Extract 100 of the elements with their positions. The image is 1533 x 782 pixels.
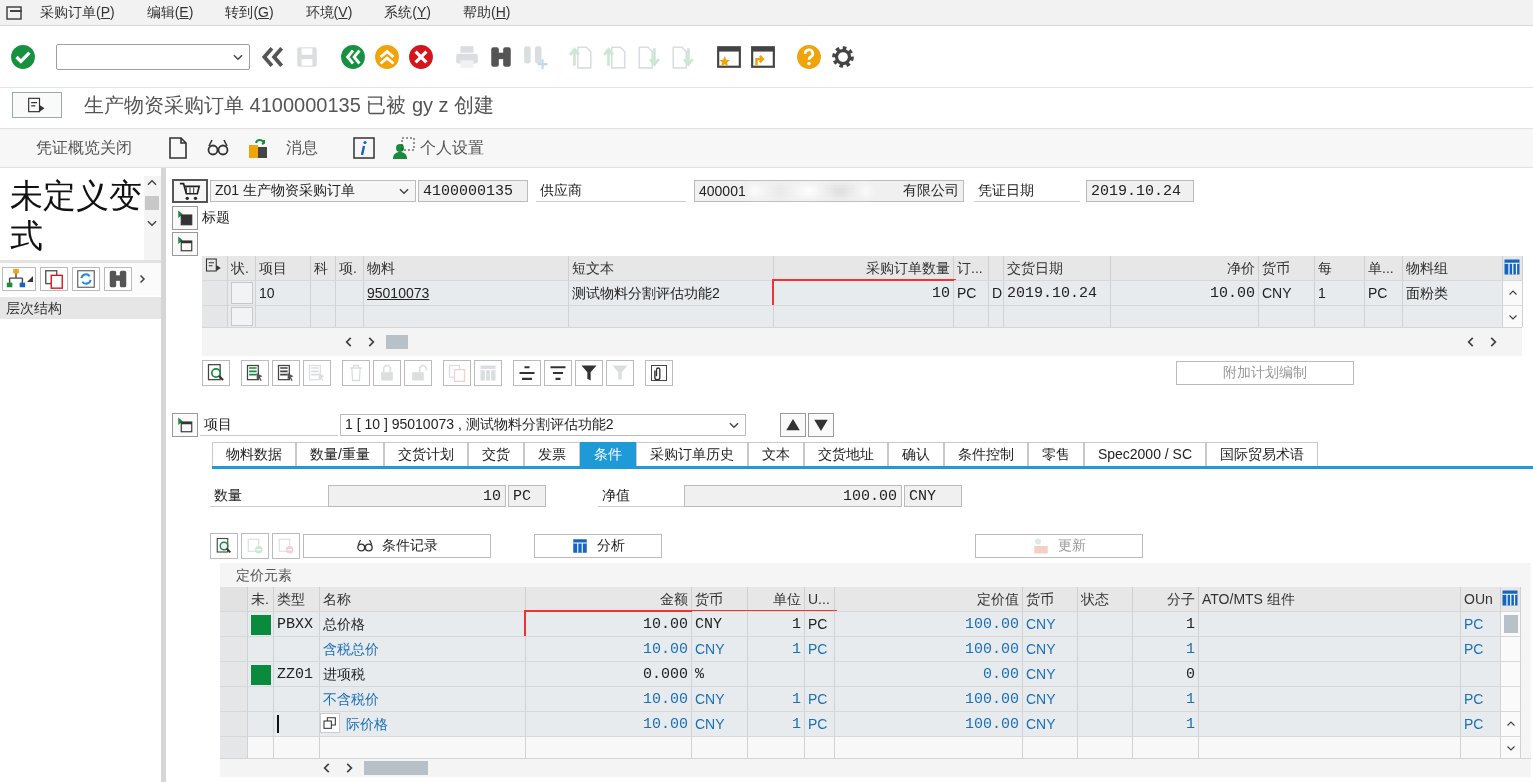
column-header[interactable] <box>202 256 228 280</box>
scrollbar[interactable] <box>1501 711 1521 736</box>
column-header[interactable]: 状. <box>228 256 256 280</box>
column-header[interactable] <box>1503 256 1523 280</box>
column-header[interactable]: 单... <box>1365 256 1403 280</box>
column-header[interactable]: 金额 <box>526 587 692 611</box>
tab[interactable]: 交货地址 <box>803 442 888 466</box>
column-header[interactable]: 交货日期 <box>1004 256 1111 280</box>
column-header[interactable]: 名称 <box>320 587 526 611</box>
date-field[interactable]: 2019.10.24 <box>1086 180 1194 202</box>
scroll-thumb[interactable] <box>145 196 160 210</box>
toolbar-button[interactable]: 凭证概览关闭 <box>36 137 132 159</box>
toolbar-button[interactable] <box>202 360 230 386</box>
column-header[interactable]: 净价 <box>1111 256 1259 280</box>
menu-item[interactable]: 转到(G) <box>209 3 290 22</box>
tab[interactable]: 条件控制 <box>943 442 1028 466</box>
command-field[interactable] <box>56 43 250 70</box>
scroll-thumb[interactable] <box>364 761 428 775</box>
tab[interactable]: 交货计划 <box>383 442 468 466</box>
tab[interactable]: 采购订单历史 <box>635 442 748 466</box>
column-header[interactable]: 订... <box>954 256 989 280</box>
tab[interactable]: 交货 <box>467 442 524 466</box>
column-header[interactable]: 定价值 <box>835 587 1023 611</box>
menu-item[interactable]: 帮助(H) <box>447 3 527 22</box>
toolbar-button[interactable]: 个人设置 <box>392 136 484 160</box>
column-header[interactable]: 货币 <box>692 587 748 611</box>
info-icon[interactable] <box>352 136 376 160</box>
tab[interactable]: 文本 <box>747 442 804 466</box>
scrollbar[interactable] <box>1503 305 1523 327</box>
column-header[interactable]: 货币 <box>1259 256 1315 280</box>
tab[interactable]: 数量/重量 <box>296 442 384 466</box>
column-header[interactable]: 短文本 <box>569 256 774 280</box>
expand-button[interactable] <box>172 206 198 230</box>
scrollbar[interactable] <box>1501 661 1521 686</box>
toolbar-button[interactable]: 分析 <box>534 534 662 558</box>
cancel-icon[interactable] <box>408 43 434 70</box>
next-item-button[interactable] <box>808 413 834 437</box>
toolbar-button[interactable] <box>40 267 68 291</box>
column-header[interactable]: 物料 <box>364 256 569 280</box>
menu-button[interactable] <box>12 92 62 118</box>
menu-item[interactable]: 采购订单(P) <box>24 3 131 22</box>
collapse-button[interactable] <box>172 232 198 256</box>
column-header[interactable]: 每 <box>1315 256 1365 280</box>
toolbar-button[interactable] <box>272 360 300 386</box>
scrollbar[interactable] <box>1501 636 1521 661</box>
column-header[interactable]: 货币 <box>1023 587 1078 611</box>
previous-item-button[interactable] <box>780 413 806 437</box>
order-number-field[interactable]: 4100000135 <box>418 180 528 202</box>
column-header[interactable]: 项. <box>336 256 364 280</box>
toolbar-button[interactable] <box>2 267 36 291</box>
toolbar-button[interactable]: 消息 <box>286 137 318 159</box>
column-header[interactable] <box>1501 587 1521 611</box>
column-header[interactable]: 未. <box>248 587 274 611</box>
scrollbar[interactable] <box>1503 280 1523 305</box>
menu-item[interactable]: 编辑(E) <box>130 3 210 22</box>
tab[interactable]: Spec2000 / SC <box>1083 442 1207 466</box>
column-header[interactable]: 状态 <box>1078 587 1133 611</box>
toolbar-button[interactable] <box>104 267 132 291</box>
column-header[interactable]: 项目 <box>256 256 311 280</box>
column-header[interactable]: ATO/MTS 组件 <box>1199 587 1461 611</box>
scroll-thumb[interactable] <box>386 335 408 349</box>
tab[interactable]: 确认 <box>887 442 944 466</box>
column-header[interactable]: 采购订单数量 <box>774 256 954 280</box>
tab[interactable]: 发票 <box>523 442 580 466</box>
menu-icon[interactable] <box>6 5 24 20</box>
material-link[interactable]: 95010073 <box>367 285 430 301</box>
column-header[interactable]: OUn <box>1461 587 1501 611</box>
exchange-icon[interactable] <box>246 136 270 160</box>
help-icon[interactable] <box>796 43 822 70</box>
column-header[interactable]: 分子 <box>1133 587 1199 611</box>
scrollbar[interactable] <box>1501 686 1521 711</box>
double-chevron-up-icon[interactable] <box>374 43 400 70</box>
column-header[interactable]: 物料组 <box>1403 256 1503 280</box>
toolbar-button[interactable] <box>241 360 269 386</box>
check-icon[interactable] <box>10 43 36 70</box>
order-type-dropdown[interactable]: Z01 生产物资采购订单 <box>210 180 416 202</box>
popup-icon[interactable] <box>320 713 340 733</box>
toolbar-button[interactable] <box>645 360 673 386</box>
menu-item[interactable]: 环境(V) <box>289 3 369 22</box>
tab[interactable]: 物料数据 <box>212 442 296 466</box>
column-header[interactable]: U... <box>805 587 835 611</box>
toolbar-button[interactable] <box>544 360 572 386</box>
toolbar-button[interactable] <box>513 360 541 386</box>
column-header[interactable]: 类型 <box>274 587 320 611</box>
collapse-button[interactable] <box>172 413 198 437</box>
item-dropdown[interactable]: 1 [ 10 ] 95010073 , 测试物料分割评估功能2 <box>340 414 746 436</box>
toolbar-button[interactable] <box>210 533 238 559</box>
tab[interactable]: 国际贸易术语 <box>1206 442 1319 466</box>
back-icon[interactable] <box>340 43 366 70</box>
scrollbar[interactable] <box>1501 611 1521 636</box>
document-icon[interactable] <box>166 136 190 160</box>
toolbar-button[interactable]: 条件记录 <box>303 534 491 558</box>
tab[interactable]: 零售 <box>1027 442 1084 466</box>
toolbar-button[interactable] <box>575 360 603 386</box>
column-header[interactable]: 科 <box>311 256 336 280</box>
scrollbar[interactable] <box>143 176 161 260</box>
cart-button[interactable] <box>172 179 208 203</box>
menu-item[interactable]: 系统(Y) <box>368 3 447 22</box>
settings-icon[interactable] <box>830 43 856 70</box>
vendor-field[interactable]: 400001 有限公司 <box>694 180 964 202</box>
